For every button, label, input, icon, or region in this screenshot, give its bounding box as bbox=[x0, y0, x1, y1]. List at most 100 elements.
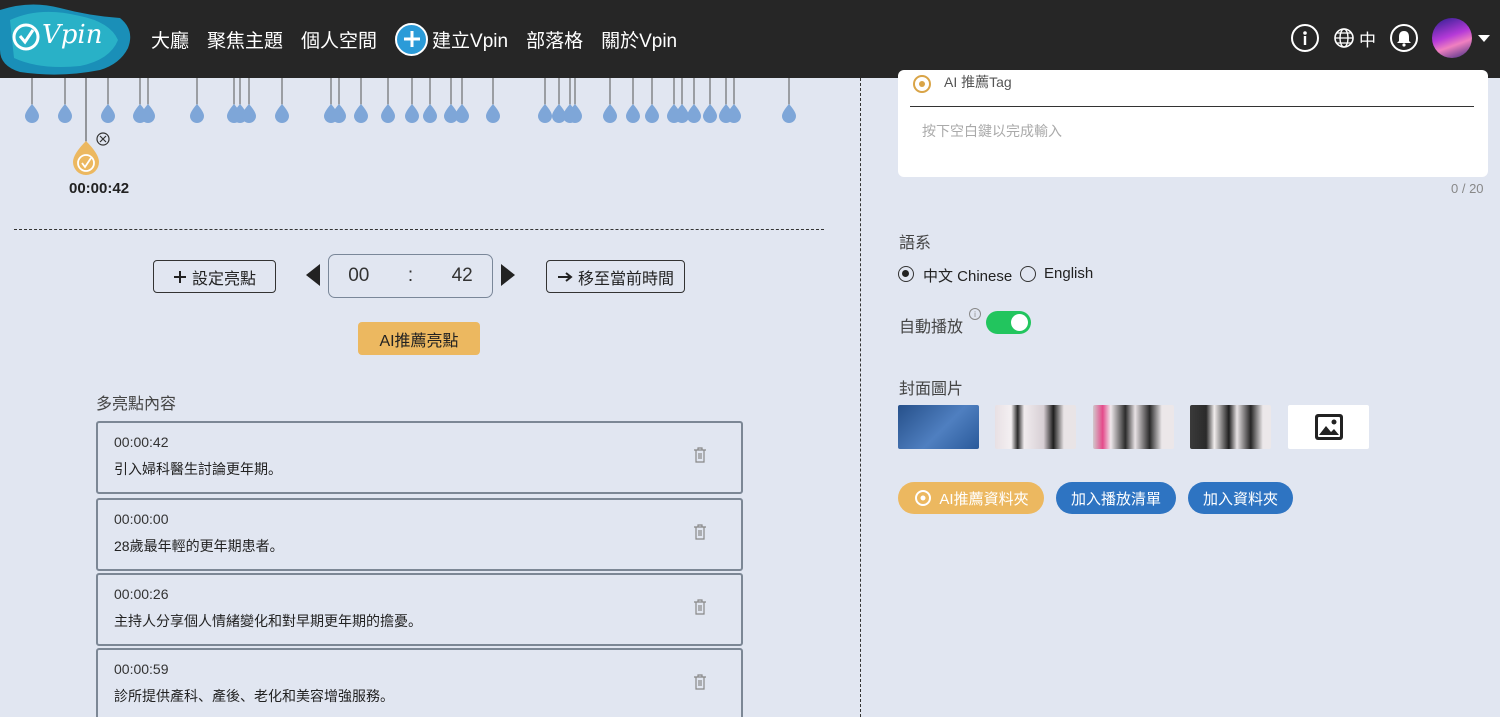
cover-thumbnail[interactable] bbox=[1093, 405, 1174, 449]
highlight-card[interactable]: 00:00:00 28歲最年輕的更年期患者。 bbox=[96, 498, 743, 571]
nav-personal-space[interactable]: 個人空間 bbox=[301, 26, 377, 53]
language-switcher[interactable]: 中 bbox=[1333, 26, 1376, 51]
timeline-pin[interactable] bbox=[141, 78, 155, 123]
top-navbar: Vpin 大廳 聚焦主題 個人空間 建立Vpin 部落格 關於Vpin 中 bbox=[0, 0, 1500, 78]
add-to-folder-button[interactable]: 加入資料夾 bbox=[1188, 482, 1293, 514]
ai-sparkle-icon bbox=[913, 75, 931, 93]
tag-input-placeholder[interactable]: 按下空白鍵以完成輸入 bbox=[922, 121, 1062, 141]
timeline-pin[interactable] bbox=[25, 78, 39, 123]
timeline-pin[interactable] bbox=[603, 78, 617, 123]
radio-chinese[interactable] bbox=[898, 266, 914, 282]
trash-icon[interactable] bbox=[693, 674, 707, 690]
timeline-pin[interactable] bbox=[486, 78, 500, 123]
highlights-title: 多亮點內容 bbox=[96, 396, 177, 413]
timeline-pin[interactable] bbox=[423, 78, 437, 123]
timeline-pin[interactable] bbox=[405, 78, 419, 123]
header-actions: 中 bbox=[1277, 18, 1490, 58]
nav-focus-topics[interactable]: 聚焦主題 bbox=[207, 26, 283, 53]
timeline-pin[interactable] bbox=[354, 78, 368, 123]
ai-tag-label: AI 推薦Tag bbox=[944, 74, 1012, 90]
timeline-pin[interactable] bbox=[101, 78, 115, 123]
time-colon: : bbox=[407, 265, 414, 286]
trash-icon[interactable] bbox=[693, 447, 707, 463]
radio-english-label[interactable]: English bbox=[1044, 265, 1093, 282]
highlight-card[interactable]: 00:00:59 診所提供產科、產後、老化和美容增強服務。 bbox=[96, 648, 743, 717]
next-time-arrow-icon[interactable] bbox=[501, 264, 515, 286]
logo-text: Vpin bbox=[42, 20, 103, 50]
nav-blog[interactable]: 部落格 bbox=[526, 26, 583, 53]
pane-divider bbox=[860, 78, 861, 717]
image-icon bbox=[1314, 414, 1343, 440]
plus-circle-icon bbox=[395, 22, 429, 56]
timeline-pin[interactable] bbox=[190, 78, 204, 123]
add-playlist-label: 加入播放清單 bbox=[1070, 490, 1161, 508]
upload-image-button[interactable] bbox=[1288, 405, 1369, 449]
cover-thumbnail[interactable] bbox=[1190, 405, 1271, 449]
timeline-pin[interactable] bbox=[275, 78, 289, 123]
toggle-knob bbox=[1011, 314, 1028, 331]
highlight-text: 診所提供產科、產後、老化和美容增強服務。 bbox=[114, 688, 394, 704]
trash-icon[interactable] bbox=[693, 599, 707, 615]
ai-sparkle-icon bbox=[915, 490, 932, 506]
timeline-pin[interactable] bbox=[645, 78, 659, 123]
avatar[interactable] bbox=[1432, 18, 1472, 58]
highlight-time: 00:00:00 bbox=[114, 511, 169, 527]
ai-folder-label: AI推薦資料夾 bbox=[939, 490, 1029, 508]
tag-counter: 0 / 20 bbox=[1451, 181, 1484, 196]
timeline-pin[interactable] bbox=[782, 78, 796, 123]
timeline-pin[interactable] bbox=[332, 78, 346, 123]
timeline-pin[interactable] bbox=[538, 78, 552, 123]
nav-about-vpin[interactable]: 關於Vpin bbox=[601, 26, 677, 53]
prev-time-arrow-icon[interactable] bbox=[306, 264, 320, 286]
timeline-pin[interactable] bbox=[727, 78, 741, 123]
trash-icon[interactable] bbox=[693, 524, 707, 540]
timeline-pin[interactable] bbox=[675, 78, 689, 123]
autoplay-toggle[interactable] bbox=[986, 311, 1031, 334]
globe-icon bbox=[1334, 28, 1354, 48]
close-icon[interactable] bbox=[96, 132, 110, 146]
highlight-time: 00:00:42 bbox=[114, 434, 169, 450]
highlight-timeline[interactable] bbox=[0, 78, 860, 228]
tag-input-card[interactable]: AI 推薦Tag 按下空白鍵以完成輸入 bbox=[898, 70, 1488, 177]
plus-icon bbox=[173, 270, 186, 283]
active-timeline-pin[interactable] bbox=[73, 78, 99, 175]
tag-underline bbox=[910, 106, 1474, 107]
set-highlight-button[interactable]: 設定亮點 bbox=[153, 260, 276, 293]
timeline-pin[interactable] bbox=[58, 78, 72, 123]
seconds-field[interactable]: 42 bbox=[452, 265, 473, 287]
autoplay-label: 自動播放 bbox=[899, 319, 964, 336]
main-nav: 大廳 聚焦主題 個人空間 建立Vpin 部落格 關於Vpin bbox=[151, 0, 695, 78]
highlight-time: 00:00:26 bbox=[114, 586, 169, 602]
timeline-pin[interactable] bbox=[242, 78, 256, 123]
timeline-pin[interactable] bbox=[381, 78, 395, 123]
nav-lobby[interactable]: 大廳 bbox=[151, 26, 189, 53]
arrow-right-icon bbox=[557, 271, 573, 282]
highlight-card[interactable]: 00:00:42 引入婦科醫生討論更年期。 bbox=[96, 421, 743, 494]
timeline-pin[interactable] bbox=[703, 78, 717, 123]
add-to-playlist-button[interactable]: 加入播放清單 bbox=[1056, 482, 1176, 514]
chevron-down-icon[interactable] bbox=[1478, 34, 1490, 42]
bell-icon[interactable] bbox=[1390, 24, 1418, 52]
radio-english[interactable] bbox=[1020, 266, 1036, 282]
cover-thumbnail[interactable] bbox=[995, 405, 1076, 449]
move-to-current-button[interactable]: 移至當前時間 bbox=[546, 260, 685, 293]
ai-recommend-highlight-button[interactable]: AI推薦亮點 bbox=[358, 322, 480, 355]
nav-create-vpin-label: 建立Vpin bbox=[432, 30, 509, 52]
info-icon[interactable]: i bbox=[969, 308, 981, 320]
timeline-pin[interactable] bbox=[687, 78, 701, 123]
cover-thumbnail[interactable] bbox=[898, 405, 979, 449]
timeline-pin[interactable] bbox=[455, 78, 469, 123]
language-label: 中 bbox=[1359, 30, 1376, 50]
minutes-field[interactable]: 00 bbox=[348, 265, 369, 287]
move-to-current-label: 移至當前時間 bbox=[577, 270, 674, 288]
radio-chinese-label[interactable]: 中文 Chinese bbox=[923, 265, 1012, 286]
time-input[interactable]: 00 : 42 bbox=[328, 254, 493, 298]
vpin-logo[interactable]: Vpin bbox=[0, 0, 140, 78]
nav-create-vpin[interactable]: 建立Vpin bbox=[395, 22, 509, 56]
highlight-card[interactable]: 00:00:26 主持人分享個人情緒變化和對早期更年期的擔憂。 bbox=[96, 573, 743, 646]
timeline-pin[interactable] bbox=[626, 78, 640, 123]
set-highlight-label: 設定亮點 bbox=[191, 270, 256, 288]
ai-recommend-folder-button[interactable]: AI推薦資料夾 bbox=[898, 482, 1044, 514]
info-icon[interactable] bbox=[1291, 24, 1319, 52]
timeline-divider bbox=[14, 229, 824, 230]
